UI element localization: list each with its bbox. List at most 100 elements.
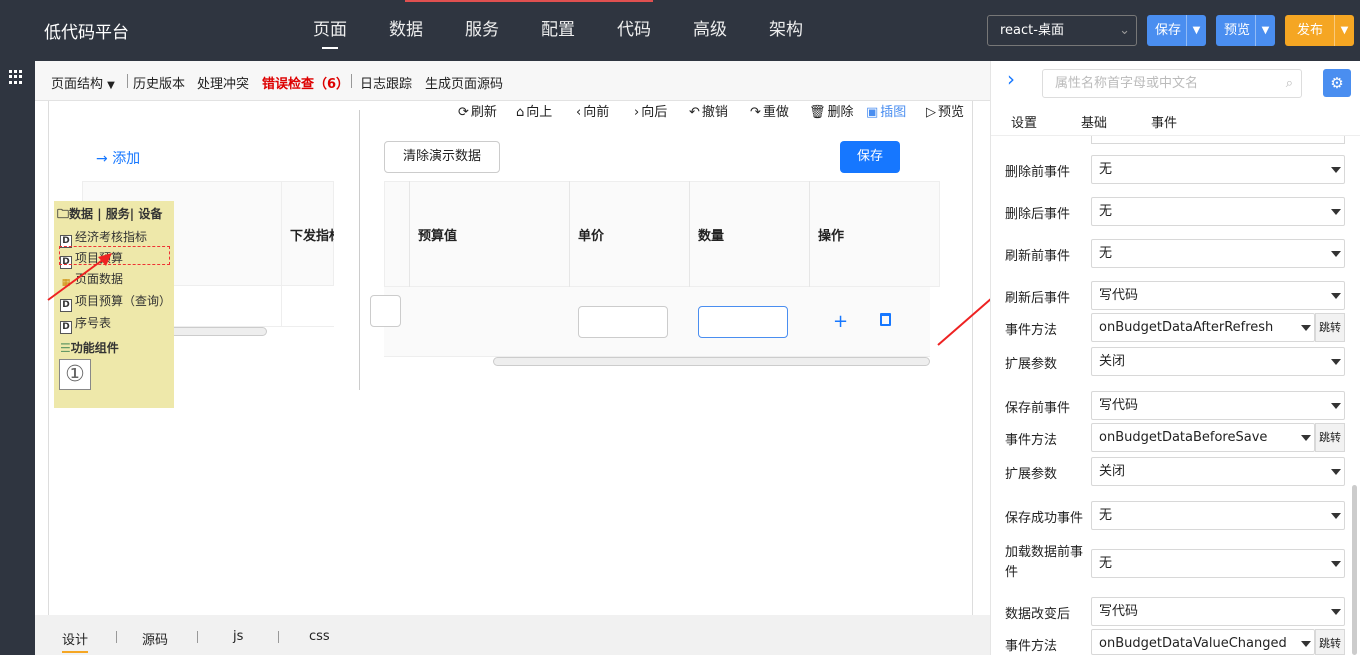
chevron-left-icon: ‹ bbox=[576, 105, 582, 120]
nav-service[interactable]: 服务 bbox=[444, 0, 520, 61]
jump-button[interactable]: 跳转 bbox=[1315, 629, 1345, 655]
cell-input[interactable] bbox=[370, 295, 401, 327]
divider bbox=[351, 74, 352, 88]
conflicts-link[interactable]: 处理冲突 bbox=[197, 73, 249, 92]
divider bbox=[116, 631, 117, 643]
before-refresh-select[interactable]: 无 bbox=[1091, 239, 1345, 268]
field-label: 保存前事件 bbox=[1005, 401, 1071, 416]
before-load-select[interactable]: 无 bbox=[1091, 549, 1345, 578]
error-check-link[interactable]: 错误检查（6） bbox=[262, 73, 349, 92]
panel-scrollbar[interactable] bbox=[1352, 485, 1357, 655]
app-title: 低代码平台 bbox=[44, 23, 129, 43]
divider bbox=[197, 631, 198, 643]
before-delete-select[interactable]: 无 bbox=[1091, 155, 1345, 184]
caret-down-icon bbox=[1331, 469, 1341, 475]
field-label: 事件方法 bbox=[1005, 433, 1058, 448]
trash-icon[interactable] bbox=[880, 313, 891, 326]
publish-button-label: 发布 bbox=[1297, 23, 1324, 38]
tree-item[interactable]: D 序号表 bbox=[60, 314, 111, 334]
nav-code[interactable]: 代码 bbox=[596, 0, 672, 61]
caret-down-icon bbox=[1331, 293, 1341, 299]
unit-price-input[interactable] bbox=[578, 306, 668, 338]
nav-data[interactable]: 数据 bbox=[368, 0, 444, 61]
table-save-button[interactable]: 保存 bbox=[840, 141, 900, 173]
value-changed-select[interactable]: 写代码 bbox=[1091, 597, 1345, 626]
history-link[interactable]: 历史版本 bbox=[133, 73, 185, 92]
column-quantity: 数量 bbox=[698, 229, 725, 244]
caret-down-icon bbox=[1331, 359, 1341, 365]
caret-down-icon bbox=[1301, 435, 1311, 441]
tab-settings[interactable]: 设置 bbox=[1011, 112, 1037, 131]
image-icon: ▣ bbox=[866, 105, 879, 120]
apps-grid-icon[interactable] bbox=[9, 70, 23, 84]
up-action[interactable]: ⌂ 向上 bbox=[516, 101, 552, 120]
tree-group-title: 🗀数据 | 服务| 设备 bbox=[57, 207, 163, 221]
nav-advanced[interactable]: 高级 bbox=[672, 0, 748, 61]
env-select-value: react-桌面 bbox=[1000, 23, 1064, 38]
save-button[interactable]: 保存 ▼ bbox=[1147, 15, 1206, 46]
field-label: 扩展参数 bbox=[1005, 357, 1058, 372]
nav-config[interactable]: 配置 bbox=[520, 0, 596, 61]
jump-button[interactable]: 跳转 bbox=[1315, 423, 1345, 452]
panel-divider bbox=[359, 110, 360, 390]
delete-action[interactable]: 🗑 删除 bbox=[809, 101, 854, 120]
after-refresh-method-select[interactable]: onBudgetDataAfterRefresh bbox=[1091, 313, 1315, 342]
preview-action[interactable]: ▷ 预览 bbox=[926, 101, 964, 120]
chevron-right-icon[interactable]: › bbox=[1007, 67, 1015, 91]
caret-down-icon[interactable]: ▼ bbox=[1334, 15, 1354, 46]
jump-button[interactable]: 跳转 bbox=[1315, 313, 1345, 342]
tab-events[interactable]: 事件 bbox=[1151, 112, 1177, 131]
plus-icon[interactable]: + bbox=[833, 311, 848, 332]
page-structure-menu[interactable]: 页面结构 ▼ bbox=[51, 73, 115, 92]
nav-architecture[interactable]: 架构 bbox=[748, 0, 824, 61]
property-search-input[interactable]: 属性名称首字母或中文名 ⌕ bbox=[1042, 69, 1302, 98]
tab-basic[interactable]: 基础 bbox=[1081, 112, 1107, 131]
refresh-action[interactable]: ⟳ 刷新 bbox=[458, 101, 497, 120]
save-button-label: 保存 bbox=[1155, 23, 1182, 38]
main-table-scrollbar[interactable] bbox=[493, 357, 930, 366]
ext-param-select[interactable]: 关闭 bbox=[1091, 347, 1345, 376]
publish-button[interactable]: 发布 ▼ bbox=[1285, 15, 1354, 46]
insert-image-action[interactable]: ▣ 插图 bbox=[866, 101, 906, 120]
arrow-right-icon: → bbox=[96, 151, 108, 167]
after-refresh-select[interactable]: 写代码 bbox=[1091, 281, 1345, 310]
caret-down-icon bbox=[1331, 209, 1341, 215]
caret-down-icon: ▼ bbox=[107, 80, 115, 91]
after-delete-select[interactable]: 无 bbox=[1091, 197, 1345, 226]
value-changed-method-select[interactable]: onBudgetDataValueChanged bbox=[1091, 629, 1315, 655]
tab-source[interactable]: 源码 bbox=[142, 629, 168, 648]
caret-down-icon bbox=[1331, 561, 1341, 567]
gen-source-link[interactable]: 生成页面源码 bbox=[425, 73, 503, 92]
annotation-arrow bbox=[47, 253, 112, 301]
add-link[interactable]: → 添加 bbox=[96, 148, 140, 168]
before-save-method-select[interactable]: onBudgetDataBeforeSave bbox=[1091, 423, 1315, 452]
tab-design[interactable]: 设计 bbox=[62, 629, 89, 653]
partial-select bbox=[1091, 136, 1345, 144]
clear-demo-button[interactable]: 清除演示数据 bbox=[384, 141, 500, 173]
env-select[interactable]: react-桌面 ⌄ bbox=[987, 15, 1137, 46]
top-navbar: 低代码平台 页面 数据 服务 配置 代码 高级 架构 react-桌面 ⌄ 保存… bbox=[0, 0, 1360, 61]
redo-action[interactable]: ↷ 重做 bbox=[750, 101, 789, 120]
forward-action[interactable]: ‹ 向前 bbox=[576, 101, 609, 120]
field-label: 保存成功事件 bbox=[1005, 511, 1084, 526]
refresh-icon: ⟳ bbox=[458, 105, 469, 120]
caret-down-icon[interactable]: ▼ bbox=[1186, 15, 1206, 46]
backward-action[interactable]: › 向后 bbox=[634, 101, 667, 120]
canvas-actions: ⟳ 刷新 ⌂ 向上 ‹ 向前 › 向后 ↶ 撤销 ↷ 重做 🗑 删除 ▣ 插图 ▷ 预览 bbox=[0, 101, 990, 120]
preview-button[interactable]: 预览 ▼ bbox=[1216, 15, 1275, 46]
field-label: 刷新前事件 bbox=[1005, 249, 1071, 264]
before-save-select[interactable]: 写代码 bbox=[1091, 391, 1345, 420]
tab-css[interactable]: css bbox=[309, 629, 330, 644]
component-badge[interactable]: ① bbox=[59, 359, 91, 390]
gear-icon[interactable]: ⚙ bbox=[1323, 69, 1351, 97]
log-trace-link[interactable]: 日志跟踪 bbox=[360, 73, 412, 92]
field-label: 刷新后事件 bbox=[1005, 291, 1071, 306]
caret-down-icon[interactable]: ▼ bbox=[1255, 15, 1275, 46]
ext-param-select[interactable]: 关闭 bbox=[1091, 457, 1345, 486]
save-success-select[interactable]: 无 bbox=[1091, 501, 1345, 530]
quantity-input[interactable] bbox=[698, 306, 788, 338]
tab-js[interactable]: js bbox=[233, 629, 243, 644]
nav-page[interactable]: 页面 bbox=[292, 0, 368, 61]
undo-action[interactable]: ↶ 撤销 bbox=[689, 101, 728, 120]
tree-item[interactable]: D 经济考核指标 bbox=[60, 228, 147, 248]
